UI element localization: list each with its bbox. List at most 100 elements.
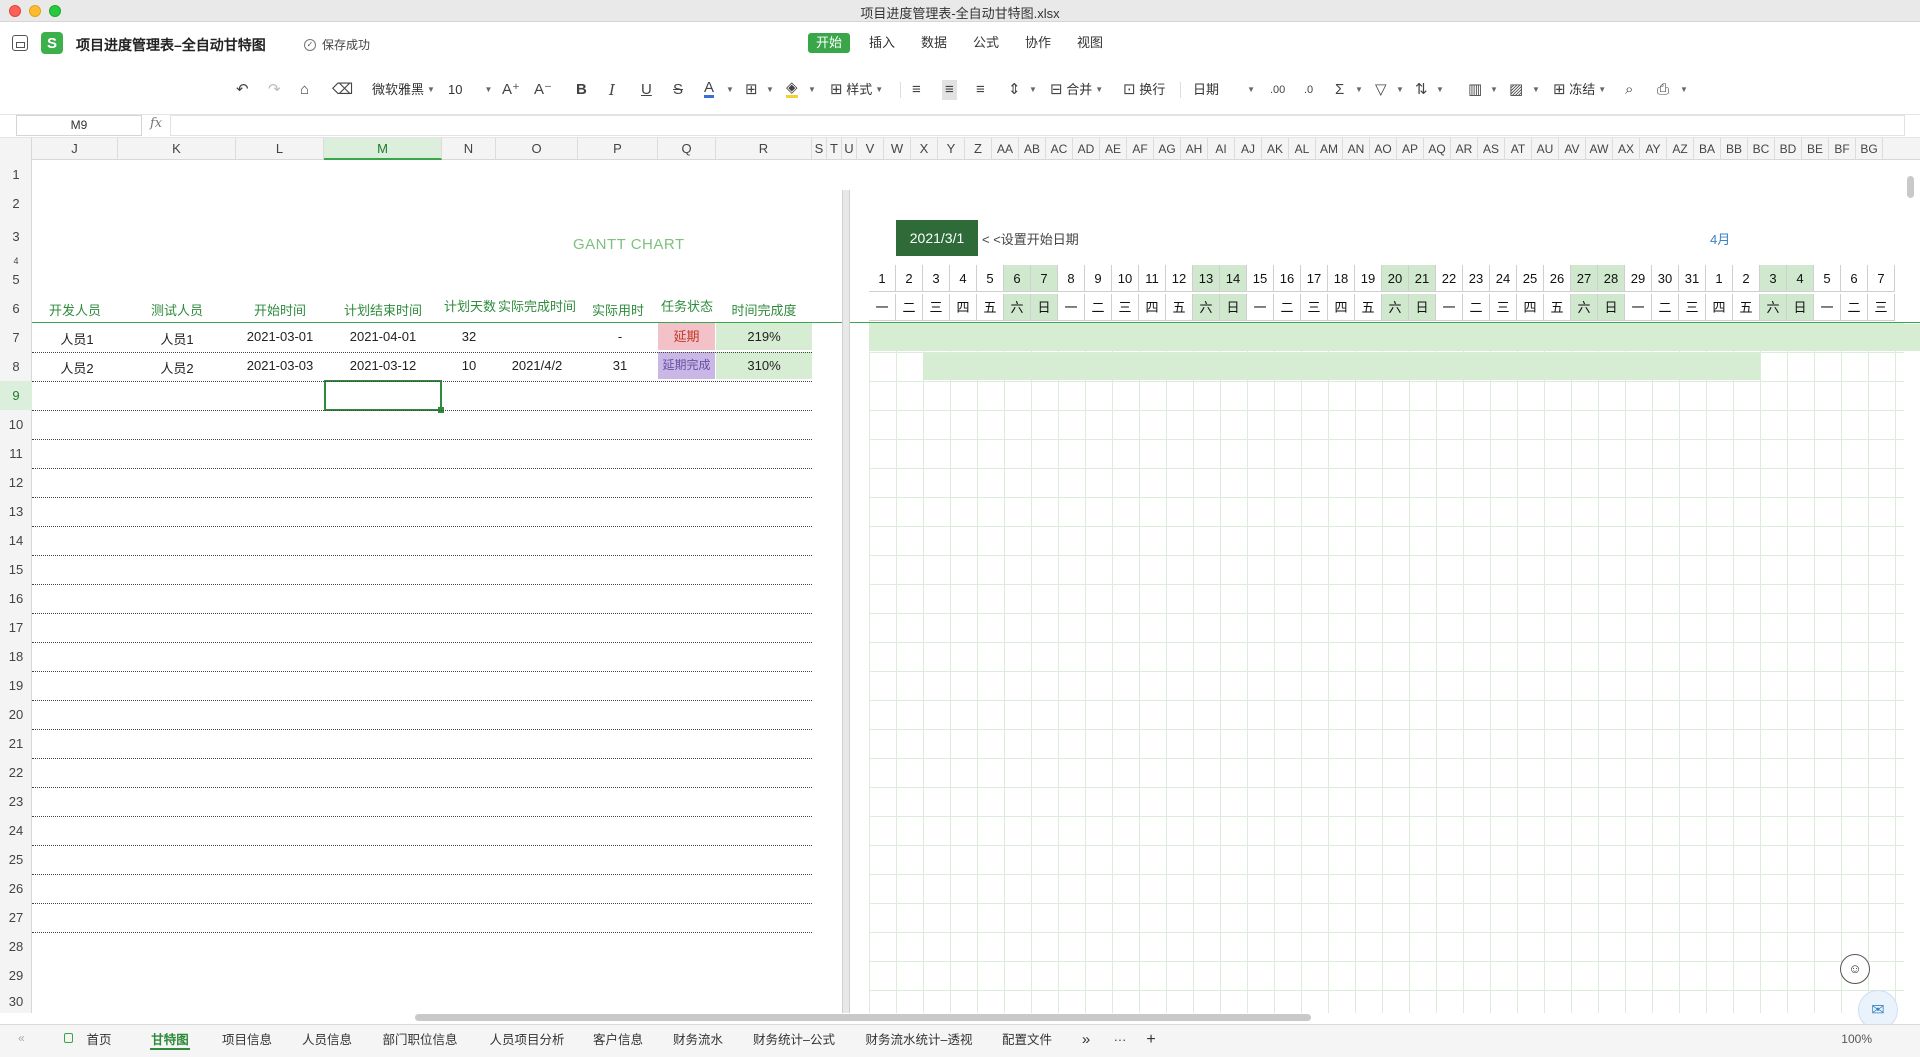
chart-icon[interactable]: ▥ xyxy=(1468,80,1482,100)
eraser-icon[interactable]: ⌫ xyxy=(332,80,353,100)
formula-input[interactable] xyxy=(170,115,1905,136)
column-header-bd[interactable]: BD xyxy=(1775,138,1802,160)
horizontal-scrollbar[interactable] xyxy=(415,1014,1311,1021)
row-header-27[interactable]: 27 xyxy=(0,903,32,932)
row-header-16[interactable]: 16 xyxy=(0,584,32,613)
row-header-22[interactable]: 22 xyxy=(0,758,32,787)
sort-icon[interactable]: ⇅ xyxy=(1415,80,1428,100)
chevron-down-icon[interactable]: ▼ xyxy=(1396,80,1404,100)
menu-data[interactable]: 数据 xyxy=(921,33,947,53)
column-header-l[interactable]: L xyxy=(236,138,324,160)
sheet-tab-gantt[interactable]: 甘特图 xyxy=(150,1030,190,1050)
row-header-23[interactable]: 23 xyxy=(0,787,32,816)
cell-developer[interactable]: 人员2 xyxy=(32,358,122,377)
align-right-icon[interactable]: ≡ xyxy=(976,80,985,100)
cell-completion[interactable]: 219% xyxy=(716,323,812,350)
strikethrough-icon[interactable]: S xyxy=(673,80,683,100)
column-header-al[interactable]: AL xyxy=(1289,138,1316,160)
sheet-tab-finance-flow[interactable]: 财务流水 xyxy=(671,1030,725,1050)
font-color-icon[interactable]: A xyxy=(704,79,715,98)
status-badge[interactable]: 延期完成 xyxy=(658,352,715,379)
cell-start-time[interactable]: 2021-03-01 xyxy=(236,329,324,344)
row-header-11[interactable]: 11 xyxy=(0,439,32,468)
cell-planned-days[interactable]: 32 xyxy=(444,329,494,344)
row-header-30[interactable]: 30 xyxy=(0,990,32,1013)
column-header-ai[interactable]: AI xyxy=(1208,138,1235,160)
decrease-font-icon[interactable]: A⁻ xyxy=(534,80,552,100)
cell-completion[interactable]: 310% xyxy=(716,352,812,379)
column-header-am[interactable]: AM xyxy=(1316,138,1343,160)
column-header-ae[interactable]: AE xyxy=(1100,138,1127,160)
column-header-au[interactable]: AU xyxy=(1532,138,1559,160)
name-box[interactable]: M9 xyxy=(16,115,142,136)
column-header-ad[interactable]: AD xyxy=(1073,138,1100,160)
sheet-tab-customer[interactable]: 客户信息 xyxy=(591,1030,645,1050)
column-header-x[interactable]: X xyxy=(911,138,938,160)
row-header-26[interactable]: 26 xyxy=(0,874,32,903)
row-header-15[interactable]: 15 xyxy=(0,555,32,584)
vertical-scrollbar[interactable] xyxy=(1907,176,1914,198)
row-header-1[interactable]: 1 xyxy=(0,160,32,189)
column-header-ac[interactable]: AC xyxy=(1046,138,1073,160)
menu-insert[interactable]: 插入 xyxy=(869,33,895,53)
row-header-8[interactable]: 8 xyxy=(0,352,32,381)
menu-formula[interactable]: 公式 xyxy=(973,33,999,53)
sheet-tab-finance-stats[interactable]: 财务统计–公式 xyxy=(752,1030,836,1050)
column-header-aw[interactable]: AW xyxy=(1586,138,1613,160)
sheet-tab-staff-analysis[interactable]: 人员项目分析 xyxy=(487,1030,567,1050)
chevron-down-icon[interactable]: ▼ xyxy=(1490,80,1498,100)
row-header-5[interactable]: 5 xyxy=(0,266,32,294)
sum-icon[interactable]: Σ xyxy=(1335,80,1344,100)
column-header-m[interactable]: M xyxy=(324,138,442,160)
add-sheet-icon[interactable]: + xyxy=(1143,1030,1159,1050)
align-left-icon[interactable]: ≡ xyxy=(912,80,921,100)
cell-tester[interactable]: 人员2 xyxy=(134,358,220,377)
column-header-z[interactable]: Z xyxy=(965,138,992,160)
column-header-ah[interactable]: AH xyxy=(1181,138,1208,160)
column-header-aq[interactable]: AQ xyxy=(1424,138,1451,160)
row-header-18[interactable]: 18 xyxy=(0,642,32,671)
chevron-down-icon[interactable]: ▼ xyxy=(1436,80,1444,100)
column-header-az[interactable]: AZ xyxy=(1667,138,1694,160)
row-header-4[interactable]: 4 xyxy=(0,256,32,266)
row-header-7[interactable]: 7 xyxy=(0,323,32,352)
column-header-as[interactable]: AS xyxy=(1478,138,1505,160)
cell-actual-finish[interactable]: 2021/4/2 xyxy=(498,358,576,373)
column-header-ay[interactable]: AY xyxy=(1640,138,1667,160)
sheet-tab-department[interactable]: 部门职位信息 xyxy=(380,1030,460,1050)
column-header-av[interactable]: AV xyxy=(1559,138,1586,160)
save-icon[interactable] xyxy=(12,35,28,51)
column-header-aj[interactable]: AJ xyxy=(1235,138,1262,160)
row-header-10[interactable]: 10 xyxy=(0,410,32,439)
decrease-decimal-icon[interactable]: .0 xyxy=(1304,80,1313,100)
undo-icon[interactable]: ↶ xyxy=(236,80,249,100)
row-header-25[interactable]: 25 xyxy=(0,845,32,874)
column-header-u[interactable]: U xyxy=(842,138,857,160)
row-header-12[interactable]: 12 xyxy=(0,468,32,497)
column-header-r[interactable]: R xyxy=(716,138,812,160)
bold-icon[interactable]: B xyxy=(576,80,587,100)
chevron-down-icon[interactable]: ▼ xyxy=(1355,80,1363,100)
row-header-28[interactable]: 28 xyxy=(0,932,32,961)
column-header-n[interactable]: N xyxy=(442,138,496,160)
chevron-down-icon[interactable]: ▼ xyxy=(1680,80,1688,100)
freeze-button[interactable]: ⊞ 冻结 ▼ xyxy=(1553,80,1606,100)
row-header-9[interactable]: 9 xyxy=(0,381,32,410)
sheet-tab-config[interactable]: 配置文件 xyxy=(1000,1030,1054,1050)
column-header-be[interactable]: BE xyxy=(1802,138,1829,160)
border-icon[interactable]: ⊞ xyxy=(745,80,758,100)
column-header-af[interactable]: AF xyxy=(1127,138,1154,160)
column-header-ax[interactable]: AX xyxy=(1613,138,1640,160)
vertical-align-icon[interactable]: ⇕ xyxy=(1008,80,1021,100)
font-name-select[interactable]: 微软雅黑 ▼ xyxy=(372,80,435,100)
chevron-down-icon[interactable]: ▼ xyxy=(808,80,816,100)
cell-actual-duration[interactable]: - xyxy=(580,329,660,344)
redo-icon[interactable]: ↷ xyxy=(268,80,281,100)
chevron-down-icon[interactable]: ▼ xyxy=(766,80,774,100)
zoom-level[interactable]: 100% xyxy=(1841,1032,1872,1046)
chevron-down-icon[interactable]: ▼ xyxy=(726,80,734,100)
column-header-bg[interactable]: BG xyxy=(1856,138,1883,160)
row-header-17[interactable]: 17 xyxy=(0,613,32,642)
filter-icon[interactable]: ▽ xyxy=(1375,80,1387,100)
column-header-ar[interactable]: AR xyxy=(1451,138,1478,160)
